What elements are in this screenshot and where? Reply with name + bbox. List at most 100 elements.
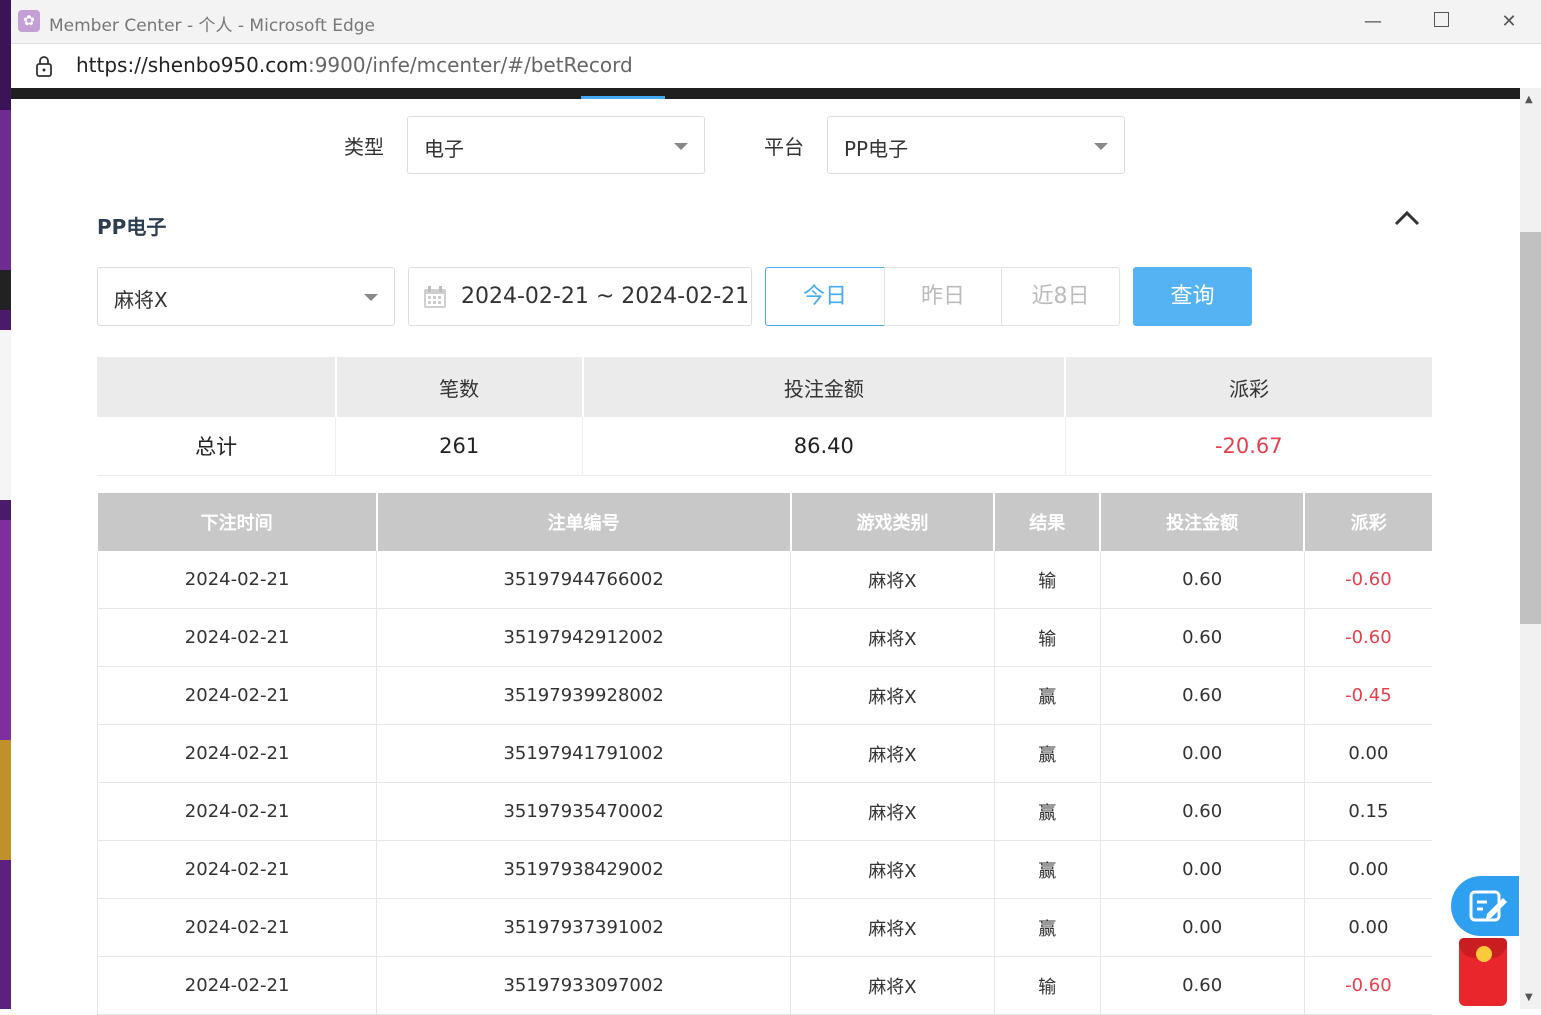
table-row: 2024-02-21 35197944766002 麻将X 输 0.60 -0.60 <box>96 551 1432 609</box>
row-payout: -0.45 <box>1304 666 1432 725</box>
row-result: 赢 <box>994 782 1101 841</box>
row-game: 麻将X <box>790 608 995 667</box>
edit-icon <box>1469 890 1507 922</box>
date-range-input[interactable]: 2024-02-21 ~ 2024-02-21 <box>408 267 752 326</box>
row-game: 麻将X <box>790 898 995 957</box>
col-header-time: 下注时间 <box>97 493 378 551</box>
row-game: 麻将X <box>790 551 995 609</box>
col-header-order-id: 注单编号 <box>376 493 792 551</box>
query-button[interactable]: 查询 <box>1133 267 1252 326</box>
row-time: 2024-02-21 <box>96 840 378 899</box>
row-game: 麻将X <box>790 666 995 725</box>
row-bet: 0.00 <box>1100 898 1305 957</box>
chevron-down-icon <box>1094 143 1108 150</box>
row-result: 输 <box>994 956 1101 1015</box>
platform-select-value: PP电子 <box>844 137 909 161</box>
game-select[interactable]: 麻将X <box>97 267 395 326</box>
summary-row: 总计 261 86.40 -20.67 <box>97 417 1432 476</box>
window-titlebar: ✿ Member Center - 个人 - Microsoft Edge — … <box>11 0 1541 44</box>
row-bet: 0.60 <box>1100 551 1305 609</box>
row-order-id: 35197933097002 <box>376 956 791 1015</box>
summary-header-payout: 派彩 <box>1065 357 1432 417</box>
row-time: 2024-02-21 <box>96 782 378 841</box>
col-header-payout: 派彩 <box>1304 493 1432 551</box>
row-time: 2024-02-21 <box>96 551 378 609</box>
feedback-button[interactable] <box>1451 876 1519 936</box>
row-result: 赢 <box>994 840 1101 899</box>
type-select[interactable]: 电子 <box>407 116 705 174</box>
row-result: 输 <box>994 608 1101 667</box>
calendar-icon <box>424 286 446 308</box>
platform-label: 平台 <box>764 135 804 159</box>
row-order-id: 35197935470002 <box>376 782 791 841</box>
maximize-button[interactable] <box>1421 8 1461 36</box>
row-game: 麻将X <box>790 782 995 841</box>
row-game: 麻将X <box>790 724 995 783</box>
row-payout: 0.00 <box>1304 840 1432 899</box>
last-8-days-button[interactable]: 近8日 <box>1001 267 1120 326</box>
summary-header-bet: 投注金额 <box>582 357 1067 417</box>
chevron-down-icon <box>364 294 378 301</box>
url-field[interactable]: https://shenbo950.com:9900/infe/mcenter/… <box>76 53 633 77</box>
table-row: 2024-02-21 35197939928002 麻将X 赢 0.60 -0.45 <box>96 666 1432 725</box>
red-packet-icon[interactable] <box>1459 938 1507 1006</box>
window-title: Member Center - 个人 - Microsoft Edge <box>49 16 375 36</box>
row-bet: 0.60 <box>1100 956 1305 1015</box>
summary-header-blank <box>97 357 337 417</box>
row-bet: 0.60 <box>1100 608 1305 667</box>
row-payout: 0.00 <box>1304 724 1432 783</box>
chevron-down-icon <box>674 143 688 150</box>
summary-bet-amount: 86.40 <box>582 417 1066 476</box>
col-header-bet: 投注金额 <box>1100 493 1306 551</box>
today-button[interactable]: 今日 <box>765 267 885 326</box>
row-bet: 0.00 <box>1100 724 1305 783</box>
bet-detail-table: 下注时间 注单编号 游戏类别 结果 投注金额 派彩 2024-02-21 3519… <box>96 493 1432 1015</box>
row-result: 输 <box>994 551 1101 609</box>
lock-icon[interactable] <box>35 55 53 77</box>
row-order-id: 35197944766002 <box>376 551 791 609</box>
address-bar: https://shenbo950.com:9900/infe/mcenter/… <box>11 44 1541 88</box>
row-game: 麻将X <box>790 840 995 899</box>
chevron-up-icon[interactable] <box>1393 208 1421 228</box>
row-payout: -0.60 <box>1304 956 1432 1015</box>
row-payout: -0.60 <box>1304 551 1432 609</box>
scrollbar-thumb[interactable] <box>1520 232 1541 624</box>
row-order-id: 35197937391002 <box>376 898 791 957</box>
background-page-strip <box>0 0 11 1009</box>
row-order-id: 35197941791002 <box>376 724 791 783</box>
game-select-value: 麻将X <box>114 288 168 312</box>
type-label: 类型 <box>344 135 384 159</box>
table-row: 2024-02-21 35197938429002 麻将X 赢 0.00 0.00 <box>96 840 1432 899</box>
row-order-id: 35197939928002 <box>376 666 791 725</box>
row-bet: 0.00 <box>1100 840 1305 899</box>
row-payout: 0.15 <box>1304 782 1432 841</box>
scroll-up-arrow-icon[interactable]: ▲ <box>1525 94 1533 105</box>
row-time: 2024-02-21 <box>96 898 378 957</box>
table-row: 2024-02-21 35197935470002 麻将X 赢 0.60 0.15 <box>96 782 1432 841</box>
summary-table: 笔数 投注金额 派彩 总计 261 86.40 -20.67 <box>97 357 1432 476</box>
row-time: 2024-02-21 <box>96 724 378 783</box>
row-payout: -0.60 <box>1304 608 1432 667</box>
summary-payout: -20.67 <box>1065 417 1432 476</box>
yesterday-button[interactable]: 昨日 <box>884 267 1002 326</box>
row-payout: 0.00 <box>1304 898 1432 957</box>
table-row: 2024-02-21 35197937391002 麻将X 赢 0.00 0.00 <box>96 898 1432 957</box>
table-row: 2024-02-21 35197942912002 麻将X 输 0.60 -0.60 <box>96 608 1432 667</box>
minimize-button[interactable]: — <box>1353 8 1393 36</box>
row-order-id: 35197938429002 <box>376 840 791 899</box>
date-range-value: 2024-02-21 ~ 2024-02-21 <box>461 284 750 309</box>
row-time: 2024-02-21 <box>96 608 378 667</box>
summary-header-count: 笔数 <box>335 357 584 417</box>
app-icon: ✿ <box>18 10 40 32</box>
row-time: 2024-02-21 <box>96 956 378 1015</box>
table-row: 2024-02-21 35197933097002 麻将X 输 0.60 -0.60 <box>96 956 1432 1015</box>
close-button[interactable]: ✕ <box>1489 8 1529 36</box>
row-bet: 0.60 <box>1100 782 1305 841</box>
platform-select[interactable]: PP电子 <box>827 116 1125 174</box>
table-row: 2024-02-21 35197941791002 麻将X 赢 0.00 0.00 <box>96 724 1432 783</box>
scroll-down-arrow-icon[interactable]: ▼ <box>1525 992 1533 1003</box>
row-result: 赢 <box>994 898 1101 957</box>
top-nav-strip <box>11 88 1520 99</box>
row-result: 赢 <box>994 666 1101 725</box>
row-order-id: 35197942912002 <box>376 608 791 667</box>
